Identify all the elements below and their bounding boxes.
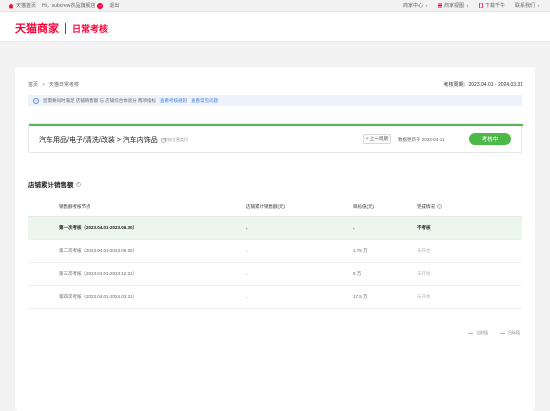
info-icon: i xyxy=(33,97,39,104)
home-icon xyxy=(8,3,14,8)
table-row: 第二次考核（2023.04.01-2023.09.30） - 1.75 万 未开… xyxy=(28,240,522,263)
row-status: 未开始 xyxy=(417,271,431,276)
brand-name: 天猫商家 xyxy=(15,23,59,35)
grid-icon xyxy=(437,3,442,8)
status-badge[interactable]: 考核中 xyxy=(469,133,511,145)
close-icon[interactable]: × xyxy=(97,2,104,9)
category-panel: 汽车用品/电子/清洗/改装 > 汽车内饰品 ? 考核主营类目 < 上一周期 数据… xyxy=(28,123,523,153)
contact-label: 联系我们 xyxy=(515,3,536,9)
row-target: 1.75 万 xyxy=(353,248,368,253)
faq-link[interactable]: 查看常见问题 xyxy=(191,98,218,104)
notice-bar: i 您需要同时满足 店铺销售额 与 店铺综合体验分 两项指标 查看考核规则 查看… xyxy=(28,95,522,106)
chevron-down-icon: ▼ xyxy=(425,3,428,8)
greeting-label: Hi，subcrew衣品旗舰店 xyxy=(42,3,96,9)
row-sales: - xyxy=(246,294,248,300)
col-header-sales: 店铺累计销售额(元) xyxy=(246,204,353,210)
panel-accent xyxy=(29,124,523,126)
section-title-label: 店铺累计销售额 xyxy=(28,182,74,189)
rules-link[interactable]: 查看考核规则 xyxy=(160,98,187,104)
greeting-text: Hi，subcrew衣品旗舰店 × xyxy=(42,2,104,9)
merchant-center-label: 商家中心 xyxy=(402,3,423,9)
row-node: 第二次考核（2023.04.01-2023.09.30） xyxy=(59,248,138,253)
logo-divider xyxy=(65,22,66,34)
main-card: 首页 > 天猫日常考核 考核周期：2023.04.01 - 2024.03.31… xyxy=(15,67,535,411)
page-header: 天猫商家 日常考核 xyxy=(0,12,550,42)
row-sales: - xyxy=(246,225,248,231)
help-icon[interactable]: ? xyxy=(75,181,81,187)
top-utility-bar: 天猫首页 Hi，subcrew衣品旗舰店 × 退出 商家中心 ▼ 商家视图 ▼ … xyxy=(0,0,550,12)
row-status: 不考核 xyxy=(417,225,431,230)
row-sales: - xyxy=(246,248,248,254)
chevron-down-icon: ▼ xyxy=(537,3,540,8)
sales-table: 销售额考核节点 店铺累计销售额(元) 目标值(元) 完成情况 ? 第一次考核（2… xyxy=(28,197,522,309)
table-row: 第一次考核（2023.04.01-2023.06.30） - - 不考核 xyxy=(28,217,522,240)
contact-link[interactable]: 联系我们 ▼ xyxy=(515,2,540,9)
row-target: - xyxy=(353,225,355,231)
table-row: 第三次考核（2023.04.01-2023.12.31） - 6 万 未开始 xyxy=(28,263,522,286)
col-header-node: 销售额考核节点 xyxy=(59,203,91,209)
legend-current: 当前值 xyxy=(468,330,488,336)
breadcrumb: 首页 > 天猫日常考核 xyxy=(28,81,79,89)
col-header-target: 目标值(元) xyxy=(353,203,374,209)
row-status: 未开始 xyxy=(417,248,431,253)
download-qianniu-label: 下载千牛 xyxy=(484,3,505,9)
breadcrumb-current: 天猫日常考核 xyxy=(48,82,79,88)
top-bar-left: 天猫首页 Hi，subcrew衣品旗舰店 × 退出 xyxy=(8,2,119,9)
table-row: 第四次考核（2023.04.01-2024.03.31） - 17.5 万 未开… xyxy=(28,286,522,309)
legend-target-label: 目标值 xyxy=(508,330,520,335)
col-header-status: 完成情况 ? xyxy=(417,204,522,210)
logout-link[interactable]: 退出 xyxy=(109,2,119,9)
download-qianniu-link[interactable]: 下载千牛 xyxy=(479,2,505,9)
legend-current-label: 当前值 xyxy=(476,330,488,335)
col-header-status-label: 完成情况 xyxy=(417,203,435,209)
assessment-period: 考核周期：2023.04.01 - 2024.03.31 xyxy=(443,82,524,88)
data-updated-text: 数据更新于 2023-04-11 xyxy=(398,137,445,142)
logo[interactable]: 天猫商家 日常考核 xyxy=(15,20,108,36)
row-node: 第三次考核（2023.04.01-2023.12.31） xyxy=(59,271,138,276)
previous-period-button[interactable]: < 上一周期 xyxy=(363,134,391,144)
row-status: 未开始 xyxy=(417,294,431,299)
page-title: 日常考核 xyxy=(72,23,109,34)
legend-target-swatch xyxy=(500,332,505,334)
table-header: 销售额考核节点 店铺累计销售额(元) 目标值(元) 完成情况 ? xyxy=(28,197,522,217)
row-node: 第一次考核（2023.04.01-2023.06.30） xyxy=(59,225,138,230)
breadcrumb-home[interactable]: 首页 xyxy=(28,81,38,88)
merchant-view-link[interactable]: 商家视图 ▼ xyxy=(437,2,469,9)
chevron-down-icon: ▼ xyxy=(466,3,469,8)
phone-icon xyxy=(479,3,483,8)
category-hint: 考核主营类目 xyxy=(164,137,188,142)
row-node: 第四次考核（2023.04.01-2024.03.31） xyxy=(59,294,138,299)
col-header-sales-label: 店铺累计销售额(元) xyxy=(246,203,285,209)
row-sales: - xyxy=(246,271,248,277)
tmall-home-link[interactable]: 天猫首页 xyxy=(8,2,36,9)
row-target: 17.5 万 xyxy=(353,294,368,299)
top-bar-right: 商家中心 ▼ 商家视图 ▼ 下载千牛 联系我们 ▼ xyxy=(403,2,540,9)
category-title: 汽车用品/电子/清洗/改装 > 汽车内饰品 ? xyxy=(39,135,166,145)
legend-target: 目标值 xyxy=(500,330,520,336)
help-icon[interactable]: ? xyxy=(437,204,442,209)
tmall-home-label: 天猫首页 xyxy=(16,3,37,9)
chevron-right-icon: > xyxy=(42,81,45,88)
merchant-center-link[interactable]: 商家中心 ▼ xyxy=(403,2,428,9)
legend-current-swatch xyxy=(468,332,473,334)
merchant-view-label: 商家视图 xyxy=(443,3,464,9)
row-target: 6 万 xyxy=(353,271,362,276)
category-label: 汽车用品/电子/清洗/改装 > 汽车内饰品 xyxy=(39,137,158,144)
chart-legend: 当前值 目标值 xyxy=(468,330,520,336)
section-title: 店铺累计销售额 ? xyxy=(28,179,81,189)
notice-text: 您需要同时满足 店铺销售额 与 店铺综合体验分 两项指标 xyxy=(43,97,156,103)
